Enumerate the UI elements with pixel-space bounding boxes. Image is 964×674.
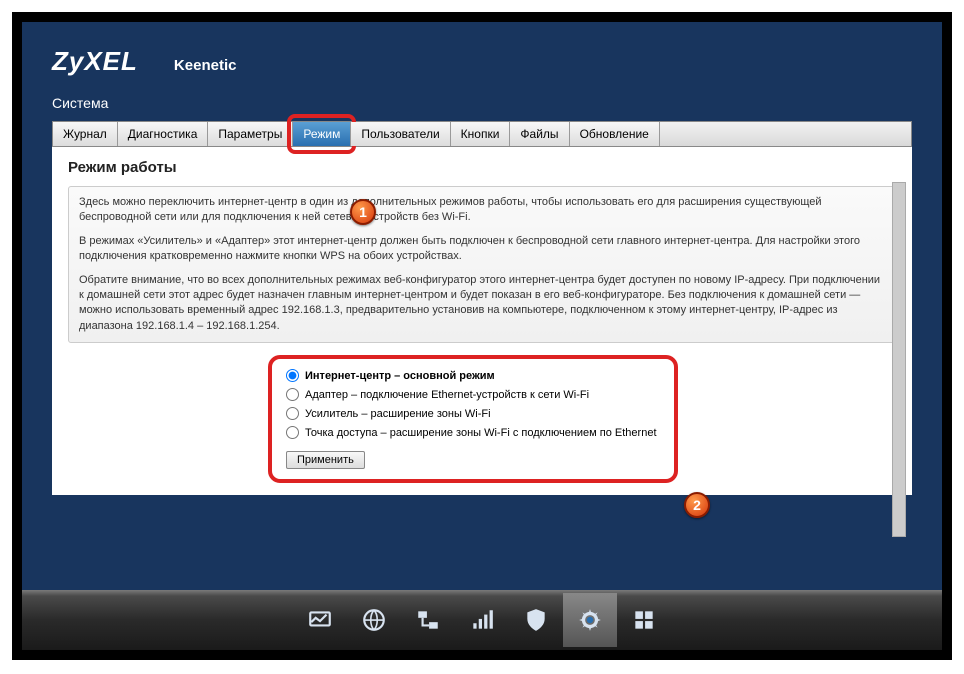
wifi-icon (469, 607, 495, 633)
tab-users[interactable]: Пользователи (351, 122, 450, 146)
scrollbar[interactable] (892, 182, 906, 537)
info-paragraph: Здесь можно переключить интернет-центр в… (79, 195, 885, 226)
nav-wifi[interactable] (455, 593, 509, 647)
model-name: Keenetic (174, 57, 237, 74)
annotation-badge-1: 1 (350, 199, 376, 225)
section-title: Система (52, 95, 912, 111)
tabs-row: Журнал Диагностика Параметры Режим Польз… (52, 121, 912, 147)
mode-option-main[interactable]: Интернет-центр – основной режим (286, 369, 660, 382)
mode-option-amplifier[interactable]: Усилитель – расширение зоны Wi-Fi (286, 407, 660, 420)
tab-label: Режим (303, 127, 340, 141)
gear-icon (577, 607, 603, 633)
tab-files[interactable]: Файлы (510, 122, 569, 146)
shield-icon (523, 607, 549, 633)
mode-radio[interactable] (286, 369, 299, 382)
scrollbar-thumb[interactable] (893, 183, 905, 536)
mode-selection-box: Интернет-центр – основной режим Адаптер … (268, 355, 678, 483)
info-paragraph: В режимах «Усилитель» и «Адаптер» этот и… (79, 234, 885, 265)
content-panel: Режим работы Здесь можно переключить инт… (52, 147, 912, 495)
apply-button[interactable]: Применить (286, 451, 365, 469)
mode-label: Интернет-центр – основной режим (305, 370, 495, 382)
mode-radio[interactable] (286, 407, 299, 420)
mode-label: Усилитель – расширение зоны Wi-Fi (305, 408, 491, 420)
nav-monitor[interactable] (293, 593, 347, 647)
info-box: Здесь можно переключить интернет-центр в… (68, 186, 896, 343)
brand-logo: ZyXEL (52, 46, 138, 77)
brand-row: ZyXEL Keenetic (52, 46, 912, 77)
apps-icon (631, 607, 657, 633)
nav-network[interactable] (401, 593, 455, 647)
tab-label: Журнал (63, 127, 107, 141)
mode-radio[interactable] (286, 426, 299, 439)
nav-shield[interactable] (509, 593, 563, 647)
tab-label: Параметры (218, 127, 282, 141)
tab-update[interactable]: Обновление (570, 122, 660, 146)
tab-journal[interactable]: Журнал (53, 122, 118, 146)
mode-label: Точка доступа – расширение зоны Wi-Fi с … (305, 427, 657, 439)
header: ZyXEL Keenetic Система (22, 22, 942, 121)
globe-icon (361, 607, 387, 633)
tab-parameters[interactable]: Параметры (208, 122, 293, 146)
mode-label: Адаптер – подключение Ethernet-устройств… (305, 389, 589, 401)
mode-radio[interactable] (286, 388, 299, 401)
page-heading: Режим работы (68, 159, 896, 176)
tab-label: Пользователи (361, 127, 439, 141)
app-window: ZyXEL Keenetic Система Журнал Диагностик… (12, 12, 952, 660)
info-paragraph: Обратите внимание, что во всех дополните… (79, 273, 885, 335)
nav-globe[interactable] (347, 593, 401, 647)
tab-buttons[interactable]: Кнопки (451, 122, 511, 146)
monitor-icon (307, 607, 333, 633)
tab-mode[interactable]: Режим (293, 122, 351, 146)
mode-option-adapter[interactable]: Адаптер – подключение Ethernet-устройств… (286, 388, 660, 401)
tab-label: Диагностика (128, 127, 198, 141)
tab-label: Кнопки (461, 127, 500, 141)
tab-diagnostics[interactable]: Диагностика (118, 122, 209, 146)
annotation-badge-2: 2 (684, 492, 710, 518)
tab-label: Файлы (520, 127, 558, 141)
nav-gear[interactable] (563, 593, 617, 647)
mode-option-access-point[interactable]: Точка доступа – расширение зоны Wi-Fi с … (286, 426, 660, 439)
nav-apps[interactable] (617, 593, 671, 647)
app-inner: ZyXEL Keenetic Система Журнал Диагностик… (22, 22, 942, 650)
tab-label: Обновление (580, 127, 649, 141)
bottom-nav (22, 590, 942, 650)
network-icon (415, 607, 441, 633)
